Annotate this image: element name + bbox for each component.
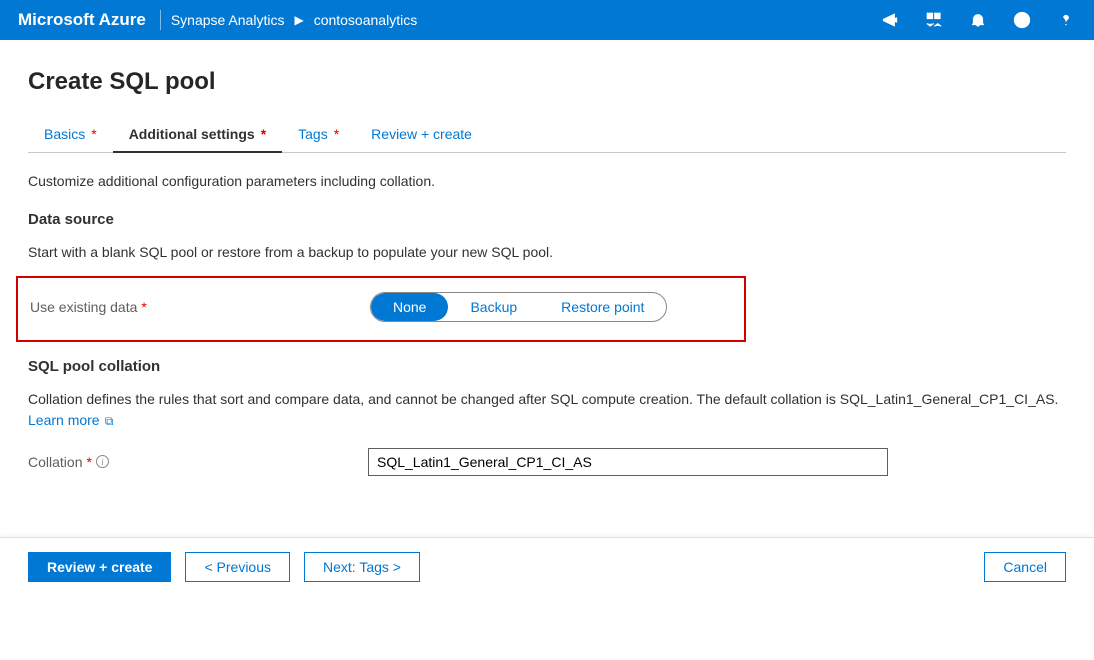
learn-more-link[interactable]: Learn more ⧉ <box>28 412 114 428</box>
required-asterisk: * <box>91 126 96 142</box>
collation-label: Collation * i <box>28 454 368 470</box>
collation-desc-text: Collation defines the rules that sort an… <box>28 391 1058 407</box>
tab-additional-label: Additional settings <box>129 126 255 142</box>
use-existing-data-options: None Backup Restore point <box>370 292 667 322</box>
required-asterisk: * <box>86 454 91 470</box>
external-link-icon: ⧉ <box>102 414 114 428</box>
tab-review-create[interactable]: Review + create <box>355 118 488 152</box>
option-restore-point[interactable]: Restore point <box>539 293 666 321</box>
info-icon[interactable]: i <box>96 455 109 468</box>
footer-action-bar: Review + create < Previous Next: Tags > … <box>0 537 1094 596</box>
feedback-icon[interactable] <box>1012 10 1032 30</box>
tab-additional-settings[interactable]: Additional settings * <box>113 118 282 152</box>
collation-input[interactable] <box>368 448 888 476</box>
option-none[interactable]: None <box>371 293 448 321</box>
collation-description: Collation defines the rules that sort an… <box>28 389 1066 430</box>
breadcrumb-item-workspace[interactable]: contosoanalytics <box>314 12 418 28</box>
cancel-button[interactable]: Cancel <box>984 552 1066 582</box>
required-asterisk: * <box>334 126 339 142</box>
collation-label-text: Collation <box>28 454 82 470</box>
intro-text: Customize additional configuration param… <box>28 173 1066 189</box>
collation-section: SQL pool collation Collation defines the… <box>28 358 1066 476</box>
option-backup[interactable]: Backup <box>448 293 539 321</box>
learn-more-text: Learn more <box>28 412 100 428</box>
breadcrumb: Synapse Analytics ▶ contosoanalytics <box>171 12 417 28</box>
announcements-icon[interactable] <box>880 10 900 30</box>
use-existing-data-label: Use existing data * <box>30 299 370 315</box>
collation-row: Collation * i <box>28 448 1066 476</box>
top-icon-bar <box>880 10 1082 30</box>
tab-review-label: Review + create <box>371 126 472 142</box>
use-existing-data-row: Use existing data * None Backup Restore … <box>30 292 744 322</box>
tab-basics-label: Basics <box>44 126 85 142</box>
use-existing-data-label-text: Use existing data <box>30 299 137 315</box>
breadcrumb-separator: ▶ <box>294 13 303 27</box>
required-asterisk: * <box>141 299 146 315</box>
breadcrumb-item-synapse[interactable]: Synapse Analytics <box>171 12 285 28</box>
azure-brand[interactable]: Microsoft Azure <box>8 10 156 30</box>
required-asterisk: * <box>261 126 266 142</box>
next-button[interactable]: Next: Tags > <box>304 552 420 582</box>
tab-strip: Basics * Additional settings * Tags * Re… <box>28 118 1066 153</box>
collation-heading: SQL pool collation <box>28 358 1066 375</box>
previous-button[interactable]: < Previous <box>185 552 290 582</box>
help-icon[interactable] <box>1056 10 1076 30</box>
top-nav-bar: Microsoft Azure Synapse Analytics ▶ cont… <box>0 0 1094 40</box>
directory-switch-icon[interactable] <box>924 10 944 30</box>
tab-basics[interactable]: Basics * <box>28 118 113 152</box>
data-source-heading: Data source <box>28 211 1066 228</box>
notifications-icon[interactable] <box>968 10 988 30</box>
data-source-description: Start with a blank SQL pool or restore f… <box>28 242 1066 262</box>
tab-tags-label: Tags <box>298 126 328 142</box>
highlighted-use-existing-data: Use existing data * None Backup Restore … <box>16 276 746 342</box>
review-create-button[interactable]: Review + create <box>28 552 171 582</box>
page-content: Create SQL pool Basics * Additional sett… <box>0 40 1094 596</box>
tab-tags[interactable]: Tags * <box>282 118 355 152</box>
header-divider <box>160 10 161 30</box>
page-title: Create SQL pool <box>28 68 1066 96</box>
